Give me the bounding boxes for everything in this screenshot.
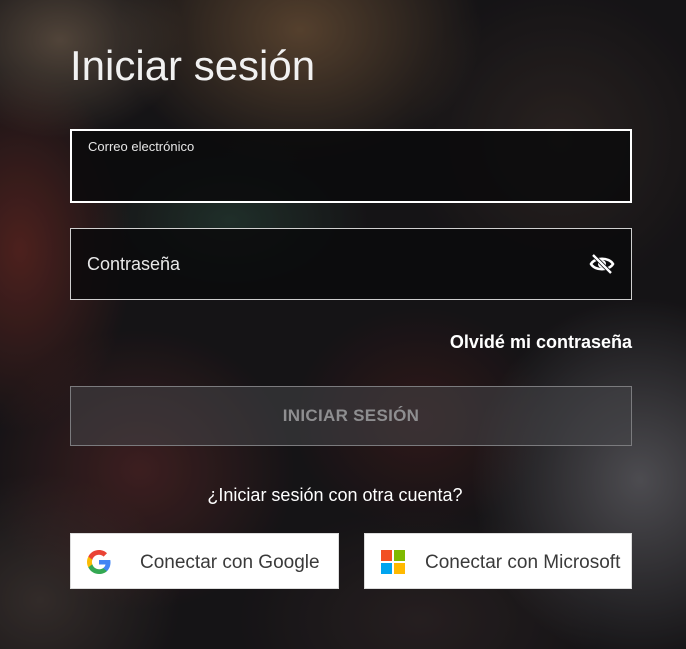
google-login-label: Conectar con Google [140, 552, 320, 573]
email-input[interactable] [88, 163, 614, 191]
forgot-password-link[interactable]: Olvidé mi contraseña [450, 332, 632, 353]
password-input[interactable] [87, 249, 571, 281]
google-icon [87, 550, 111, 574]
login-button[interactable]: INICIAR SESIÓN [70, 386, 632, 446]
password-field[interactable]: Contraseña [70, 228, 632, 300]
eye-slash-icon[interactable] [589, 253, 615, 275]
other-account-prompt: ¿Iniciar sesión con otra cuenta? [0, 485, 686, 506]
other-account-text: ¿Iniciar sesión con otra cuenta? [207, 485, 463, 505]
microsoft-login-button[interactable]: Conectar con Microsoft [364, 533, 632, 589]
email-label: Correo electrónico [88, 139, 195, 154]
email-field[interactable]: Correo electrónico [70, 129, 632, 203]
microsoft-icon [381, 550, 405, 574]
google-login-button[interactable]: Conectar con Google [70, 533, 339, 589]
microsoft-login-label: Conectar con Microsoft [425, 552, 621, 573]
page-title: Iniciar sesión [70, 42, 316, 89]
